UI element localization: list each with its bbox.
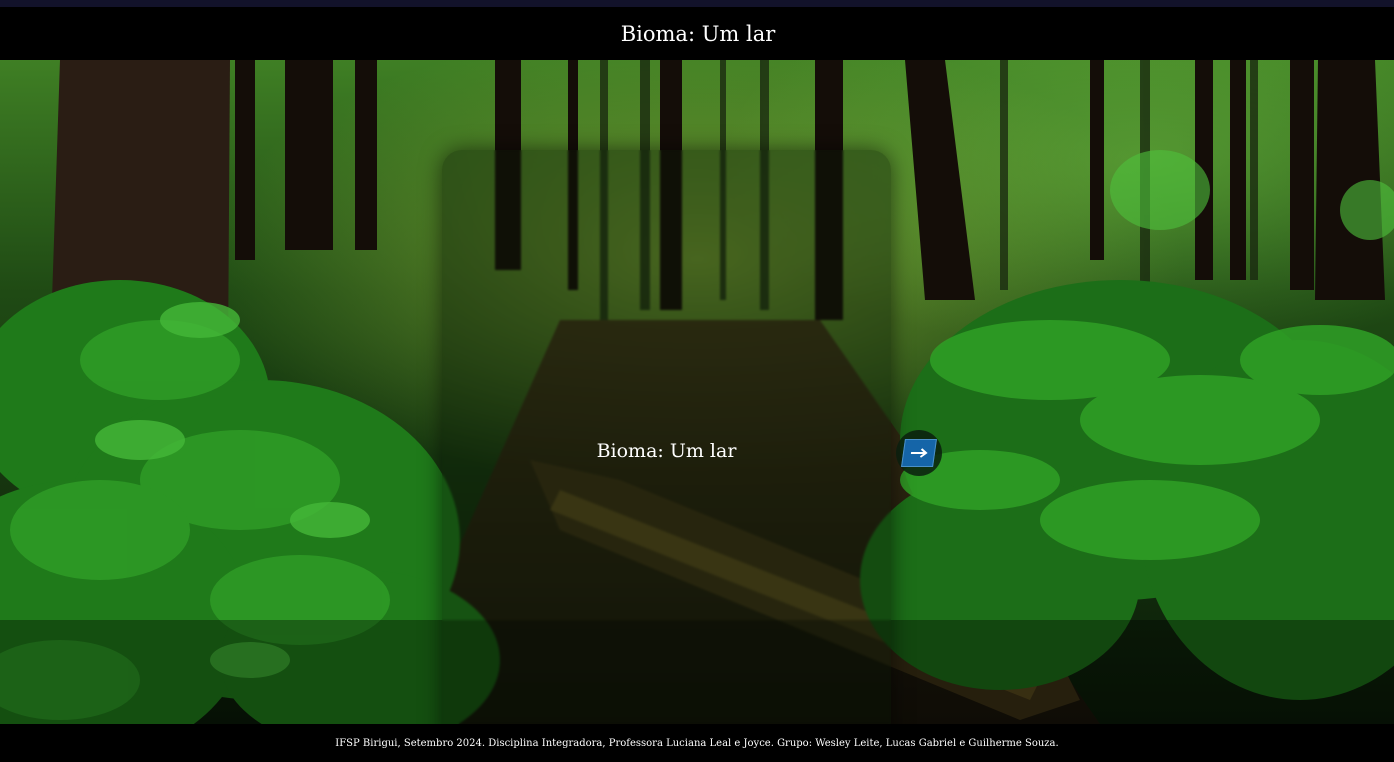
page-footer: IFSP Birigui, Setembro 2024. Disciplina … [0,724,1394,762]
next-button[interactable] [896,430,942,476]
next-button-chip [901,439,937,467]
top-strip [0,0,1394,7]
page-title: Bioma: Um lar [620,21,776,46]
hero-section: Bioma: Um lar [0,60,1394,724]
card-title: Bioma: Um lar [596,440,737,462]
page-header: Bioma: Um lar [0,7,1394,60]
arrow-right-icon [910,448,928,458]
footer-credits: IFSP Birigui, Setembro 2024. Disciplina … [335,737,1059,749]
intro-card: Bioma: Um lar [442,150,891,724]
